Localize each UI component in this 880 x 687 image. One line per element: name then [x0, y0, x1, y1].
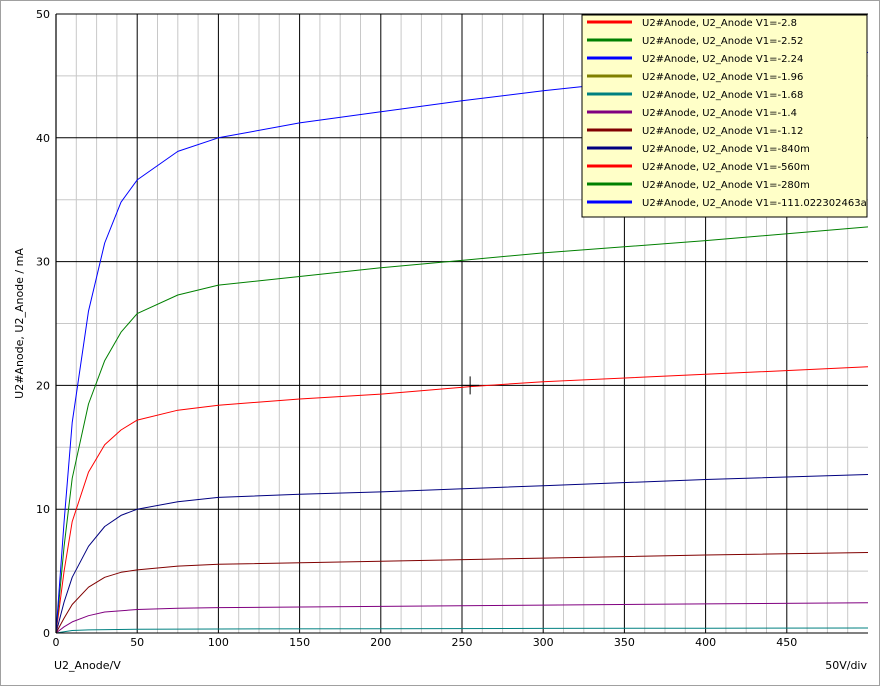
x-tick-label: 250	[452, 636, 473, 649]
x-tick-label: 100	[208, 636, 229, 649]
legend-entry: U2#Anode, U2_Anode V1=-1.68	[642, 90, 803, 101]
y-tick-label: 40	[36, 132, 50, 145]
y-tick-label: 0	[43, 627, 50, 640]
crosshair-cursor[interactable]	[461, 376, 480, 395]
y-tick-label: 30	[36, 256, 50, 269]
x-tick-labels: 0 50 100 150 200 250 300 350 400 450	[53, 636, 798, 649]
y-axis-title: U2#Anode, U2_Anode / mA	[13, 248, 26, 399]
legend-entry: U2#Anode, U2_Anode V1=-560m	[642, 162, 810, 173]
x-tick-label: 0	[53, 636, 60, 649]
legend-entry: U2#Anode, U2_Anode V1=-1.4	[642, 108, 797, 119]
legend: U2#Anode, U2_Anode V1=-2.8 U2#Anode, U2_A…	[581, 14, 868, 218]
y-tick-label: 20	[36, 379, 50, 392]
legend-entry: U2#Anode, U2_Anode V1=-2.8	[642, 18, 797, 29]
x-tick-label: 400	[695, 636, 716, 649]
plot-window: 0 50 100 150 200 250 300 350 400 450 0 10 20 30 40 50 …	[0, 0, 880, 686]
x-tick-label: 450	[776, 636, 797, 649]
x-tick-label: 150	[289, 636, 310, 649]
x-tick-label: 200	[370, 636, 391, 649]
y-tick-label: 10	[36, 503, 50, 516]
chart[interactable]: 0 50 100 150 200 250 300 350 400 450 01020304050 …	[1, 1, 880, 687]
y-tick-labels: 0 10 20 30 40 50	[36, 8, 50, 640]
x-axis-title: U2_Anode/V	[54, 659, 121, 672]
legend-entry: U2#Anode, U2_Anode V1=-280m	[642, 180, 810, 191]
y-tick-label: 50	[36, 8, 50, 21]
legend-entry: U2#Anode, U2_Anode V1=-1.96	[642, 72, 803, 83]
legend-entry: U2#Anode, U2_Anode V1=-1.12	[642, 126, 803, 137]
legend-entry: U2#Anode, U2_Anode V1=-2.52	[642, 36, 803, 47]
legend-entry: U2#Anode, U2_Anode V1=-840m	[642, 144, 810, 155]
x-tick-label: 300	[533, 636, 554, 649]
legend-entry: U2#Anode, U2_Anode V1=-111.022302463a	[642, 198, 867, 209]
x-tick-label: 50	[130, 636, 144, 649]
x-tick-label: 350	[614, 636, 635, 649]
legend-entry: U2#Anode, U2_Anode V1=-2.24	[642, 54, 803, 65]
scale-label: 50V/div	[825, 659, 867, 672]
